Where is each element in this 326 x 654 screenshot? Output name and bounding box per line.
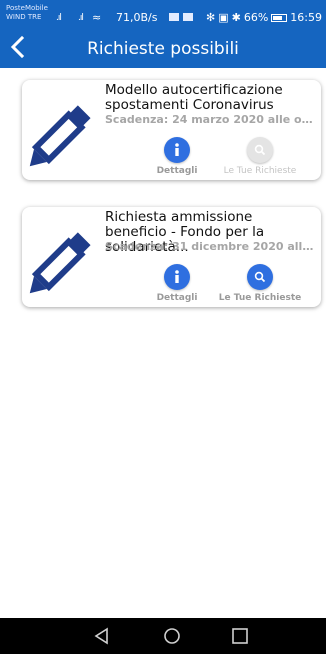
mail-notification-icon (183, 13, 193, 21)
my-requests-label: Le Tue Richieste (218, 293, 302, 303)
pencil-icon (29, 105, 91, 167)
status-bar: PosteMobile WIND TRE .ıl .ıl ≈ 71,0B/s ✻… (0, 0, 326, 30)
wifi-icon: ≈ (92, 11, 102, 24)
battery-icon (271, 13, 288, 22)
request-card: Richiesta ammissione beneficio - Fondo p… (22, 207, 321, 307)
search-icon (247, 137, 273, 163)
request-deadline: Scadenza: 31 dicembre 2020 alle ore... (105, 240, 317, 253)
request-deadline: Scadenza: 24 marzo 2020 alle ore 00:... (105, 113, 317, 126)
signal-icon: .ıl (78, 13, 84, 23)
recents-square-icon (232, 628, 248, 644)
search-icon (247, 264, 273, 290)
nav-home-button[interactable] (161, 626, 183, 646)
system-nav-bar (0, 618, 326, 654)
battery-percent: 66% (243, 11, 269, 24)
my-requests-button[interactable]: Le Tue Richieste (210, 264, 310, 303)
clock: 16:59 (290, 11, 322, 24)
vibrate-icon: ✻ (206, 11, 216, 24)
request-card: Modello autocertificazione spostamenti C… (22, 80, 321, 180)
info-icon (164, 264, 190, 290)
bluetooth-icon: ✱ (231, 11, 241, 24)
image-notification-icon (169, 13, 179, 21)
nfc-icon: ▣ (218, 11, 229, 24)
carrier-name: PosteMobile WIND TRE (6, 4, 48, 21)
back-triangle-icon (94, 627, 108, 645)
request-title: Modello autocertificazione spostamenti C… (105, 82, 283, 113)
info-icon (164, 137, 190, 163)
my-requests-button[interactable]: Le Tue Richieste (210, 137, 310, 176)
app-bar: Richieste possibili (0, 30, 326, 68)
home-circle-icon (164, 628, 180, 644)
status-right: ✻ ▣ ✱ 66% 16:59 (206, 11, 322, 24)
signal-icon: .ıl (56, 13, 62, 23)
nav-back-button[interactable] (91, 626, 113, 646)
pencil-icon (29, 232, 91, 294)
page-title: Richieste possibili (87, 39, 239, 59)
network-speed: 71,0B/s (116, 11, 158, 24)
my-requests-label: Le Tue Richieste (223, 166, 297, 176)
nav-recents-button[interactable] (229, 626, 251, 646)
